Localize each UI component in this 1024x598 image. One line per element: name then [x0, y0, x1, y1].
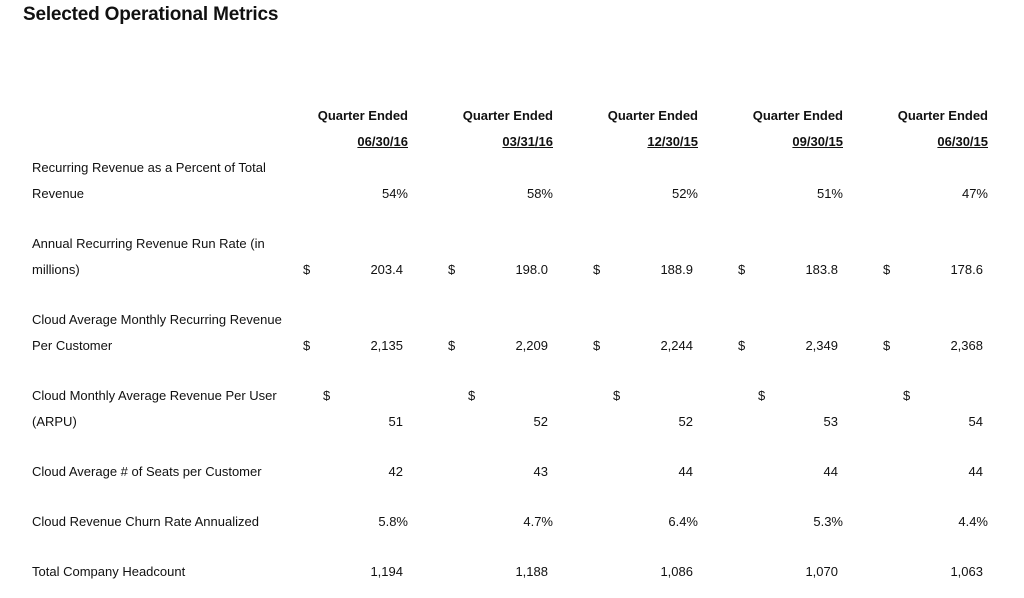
currency-symbol: $: [323, 388, 331, 403]
metric-value: 2,244: [660, 338, 693, 353]
metric-value: 52%: [671, 186, 698, 201]
row-label: (ARPU): [32, 414, 77, 429]
metric-value: 4.4%: [958, 514, 988, 529]
metric-value: 2,135: [370, 338, 403, 353]
metric-value: 42: [388, 464, 403, 479]
metric-value: 43: [533, 464, 548, 479]
metric-value: 52: [678, 414, 693, 429]
metric-value: 44: [678, 464, 693, 479]
column-date: 12/30/15: [647, 134, 698, 149]
row-label: Cloud Monthly Average Revenue Per User: [32, 388, 277, 403]
metric-value: 47%: [961, 186, 988, 201]
currency-symbol: $: [448, 338, 456, 353]
metric-value: 183.8: [805, 262, 838, 277]
metric-value: 198.0: [515, 262, 548, 277]
page-title: Selected Operational Metrics: [23, 4, 279, 25]
currency-symbol: $: [448, 262, 456, 277]
column-header: Quarter Ended: [317, 108, 408, 123]
metric-value: 53: [823, 414, 838, 429]
currency-symbol: $: [883, 338, 891, 353]
metric-value: 1,070: [805, 564, 838, 579]
metric-value: 1,086: [660, 564, 693, 579]
column-header: Quarter Ended: [752, 108, 843, 123]
row-label: millions): [32, 262, 80, 277]
metric-value: 2,349: [805, 338, 838, 353]
row-label: Annual Recurring Revenue Run Rate (in: [32, 236, 265, 251]
metric-value: 58%: [526, 186, 553, 201]
row-label: Cloud Revenue Churn Rate Annualized: [32, 514, 259, 529]
currency-symbol: $: [593, 262, 601, 277]
row-label: Per Customer: [32, 338, 113, 353]
column-date: 03/31/16: [502, 134, 553, 149]
column-header: Quarter Ended: [607, 108, 698, 123]
metric-value: 5.8%: [378, 514, 408, 529]
column-header: Quarter Ended: [897, 108, 988, 123]
metric-value: 51: [388, 414, 403, 429]
metric-value: 2,368: [950, 338, 983, 353]
metric-value: 51%: [816, 186, 843, 201]
currency-symbol: $: [593, 338, 601, 353]
column-date: 06/30/16: [357, 134, 408, 149]
currency-symbol: $: [613, 388, 621, 403]
metric-value: 54: [968, 414, 983, 429]
column-header: Quarter Ended: [462, 108, 553, 123]
currency-symbol: $: [883, 262, 891, 277]
metric-value: 203.4: [370, 262, 403, 277]
currency-symbol: $: [738, 338, 746, 353]
metric-value: 1,188: [515, 564, 548, 579]
metric-value: 178.6: [950, 262, 983, 277]
metric-value: 44: [968, 464, 983, 479]
metric-value: 2,209: [515, 338, 548, 353]
currency-symbol: $: [468, 388, 476, 403]
metric-value: 44: [823, 464, 838, 479]
row-label: Cloud Average # of Seats per Customer: [32, 464, 262, 479]
metric-value: 188.9: [660, 262, 693, 277]
metric-value: 54%: [381, 186, 408, 201]
row-label: Cloud Average Monthly Recurring Revenue: [32, 312, 282, 327]
column-date: 09/30/15: [792, 134, 843, 149]
row-label: Recurring Revenue as a Percent of Total: [32, 160, 266, 175]
currency-symbol: $: [303, 262, 311, 277]
metric-value: 52: [533, 414, 548, 429]
row-label: Total Company Headcount: [32, 564, 186, 579]
currency-symbol: $: [758, 388, 766, 403]
currency-symbol: $: [303, 338, 311, 353]
currency-symbol: $: [738, 262, 746, 277]
metric-value: 6.4%: [668, 514, 698, 529]
metric-value: 1,194: [370, 564, 403, 579]
row-label: Revenue: [32, 186, 85, 201]
metric-value: 4.7%: [523, 514, 553, 529]
metric-value: 1,063: [950, 564, 983, 579]
currency-symbol: $: [903, 388, 911, 403]
metric-value: 5.3%: [813, 514, 843, 529]
column-date: 06/30/15: [937, 134, 988, 149]
